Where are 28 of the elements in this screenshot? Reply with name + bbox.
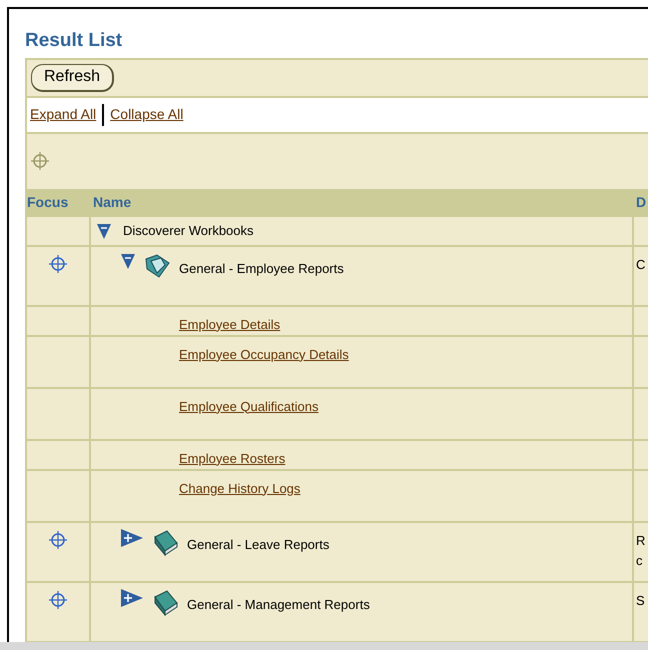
column-header: Name: [92, 193, 132, 212]
open-book-icon: [143, 252, 171, 278]
tree-item-label[interactable]: General - Management Reports: [187, 594, 370, 614]
tree-item-label[interactable]: General - Employee Reports: [179, 258, 344, 278]
description-text: S: [636, 592, 646, 610]
tree-item-label[interactable]: General - Leave Reports: [187, 534, 330, 554]
column-header: Focus: [27, 193, 70, 212]
description-text: c: [636, 552, 644, 570]
workbook-link[interactable]: Employee Occupancy Details: [179, 346, 349, 362]
refresh-button[interactable]: Refresh: [31, 64, 114, 92]
workbook-link[interactable]: Employee Rosters: [179, 450, 286, 466]
expand-triangle-icon[interactable]: [121, 528, 143, 546]
collapse-triangle-icon[interactable]: [121, 252, 135, 268]
focus-icon[interactable]: [49, 530, 67, 548]
expand-triangle-icon[interactable]: [121, 588, 143, 606]
description-text: R: [636, 532, 646, 550]
description-text: C: [636, 256, 646, 274]
focus-icon[interactable]: [49, 590, 67, 608]
focus-icon[interactable]: [49, 254, 67, 272]
column-header: D: [635, 193, 648, 212]
tree-item-label[interactable]: Discoverer Workbooks: [123, 220, 254, 240]
workbook-link[interactable]: Employee Details: [179, 316, 280, 332]
workbook-link[interactable]: Employee Qualifications: [179, 398, 318, 414]
workbook-link[interactable]: Change History Logs: [179, 480, 300, 496]
collapse-triangle-icon[interactable]: [97, 222, 111, 238]
expand-all-link[interactable]: Expand All: [30, 104, 96, 125]
collapse-all-link[interactable]: Collapse All: [110, 104, 184, 125]
page-title: Result List: [25, 29, 122, 53]
